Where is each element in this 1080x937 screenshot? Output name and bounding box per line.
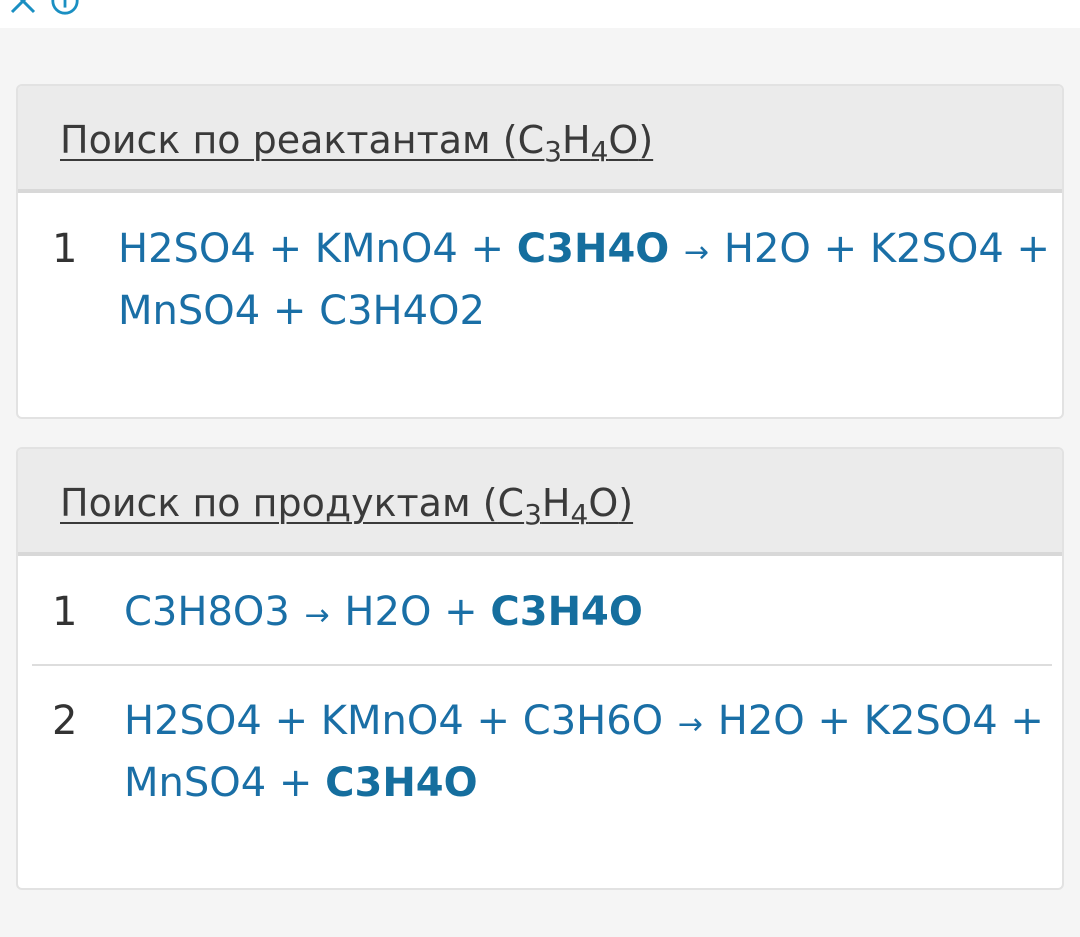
equation-highlight: C3H4O — [516, 226, 670, 272]
close-icon[interactable] — [8, 0, 38, 16]
equation-link[interactable]: H2SO4 + KMnO4 + C3H6O → H2O + K2SO4 + — [124, 690, 1044, 756]
info-icon[interactable] — [50, 0, 80, 16]
formula-o: O — [608, 118, 639, 162]
formula-h: H — [541, 481, 571, 525]
equation-highlight: C3H4O — [325, 760, 478, 806]
products-title-link[interactable]: Поиск по продуктам (C3H4O) — [60, 477, 633, 529]
arrow-icon: → — [677, 707, 704, 742]
title-prefix: Поиск по продуктам ( — [60, 481, 498, 525]
formula-c: C — [517, 118, 545, 162]
equation-link-continued[interactable]: MnSO4 + C3H4O2 — [118, 280, 485, 342]
products-card: Поиск по продуктам (C3H4O) 1 C3H8O3 → H2… — [16, 447, 1064, 890]
reactants-card: Поиск по реактантам (C3H4O) 1 H2SO4 + KM… — [16, 84, 1064, 419]
row-number: 2 — [52, 698, 78, 744]
equation-text: H2O + — [344, 589, 491, 635]
reactants-header: Поиск по реактантам (C3H4O) — [18, 86, 1062, 193]
formula-c-sub: 3 — [544, 135, 562, 168]
equation-text: H2SO4 + KMnO4 + — [118, 226, 517, 272]
title-suffix: ) — [638, 118, 654, 162]
equation-link-continued[interactable]: MnSO4 + C3H4O — [124, 752, 478, 814]
products-header: Поиск по продуктам (C3H4O) — [18, 449, 1062, 556]
formula-h-sub: 4 — [570, 498, 589, 531]
row-divider — [32, 664, 1052, 666]
row-number: 1 — [52, 226, 78, 272]
equation-text: MnSO4 + — [124, 760, 326, 806]
equation-text: MnSO4 + C3H4O2 — [118, 288, 485, 334]
top-bar — [0, 0, 1080, 28]
equation-text: H2O + K2SO4 + — [723, 226, 1051, 272]
row-number: 1 — [52, 589, 78, 635]
equation-link[interactable]: C3H8O3 → H2O + C3H4O — [124, 581, 643, 647]
equation-highlight: C3H4O — [490, 589, 643, 635]
equation-text: H2SO4 + KMnO4 + C3H6O — [124, 698, 664, 744]
arrow-icon: → — [684, 235, 710, 270]
formula-o: O — [588, 481, 619, 525]
formula-h-sub: 4 — [590, 135, 609, 168]
equation-link[interactable]: H2SO4 + KMnO4 + C3H4O → H2O + K2SO4 + — [118, 218, 1050, 284]
equation-text: H2O + K2SO4 + — [717, 698, 1044, 744]
title-suffix: ) — [618, 481, 634, 525]
arrow-icon: → — [304, 598, 330, 633]
title-prefix: Поиск по реактантам ( — [60, 118, 518, 162]
equation-text: C3H8O3 — [124, 589, 290, 635]
formula-c-sub: 3 — [524, 498, 542, 531]
formula-c: C — [497, 481, 525, 525]
reactants-title-link[interactable]: Поиск по реактантам (C3H4O) — [60, 114, 653, 166]
formula-h: H — [562, 118, 591, 162]
